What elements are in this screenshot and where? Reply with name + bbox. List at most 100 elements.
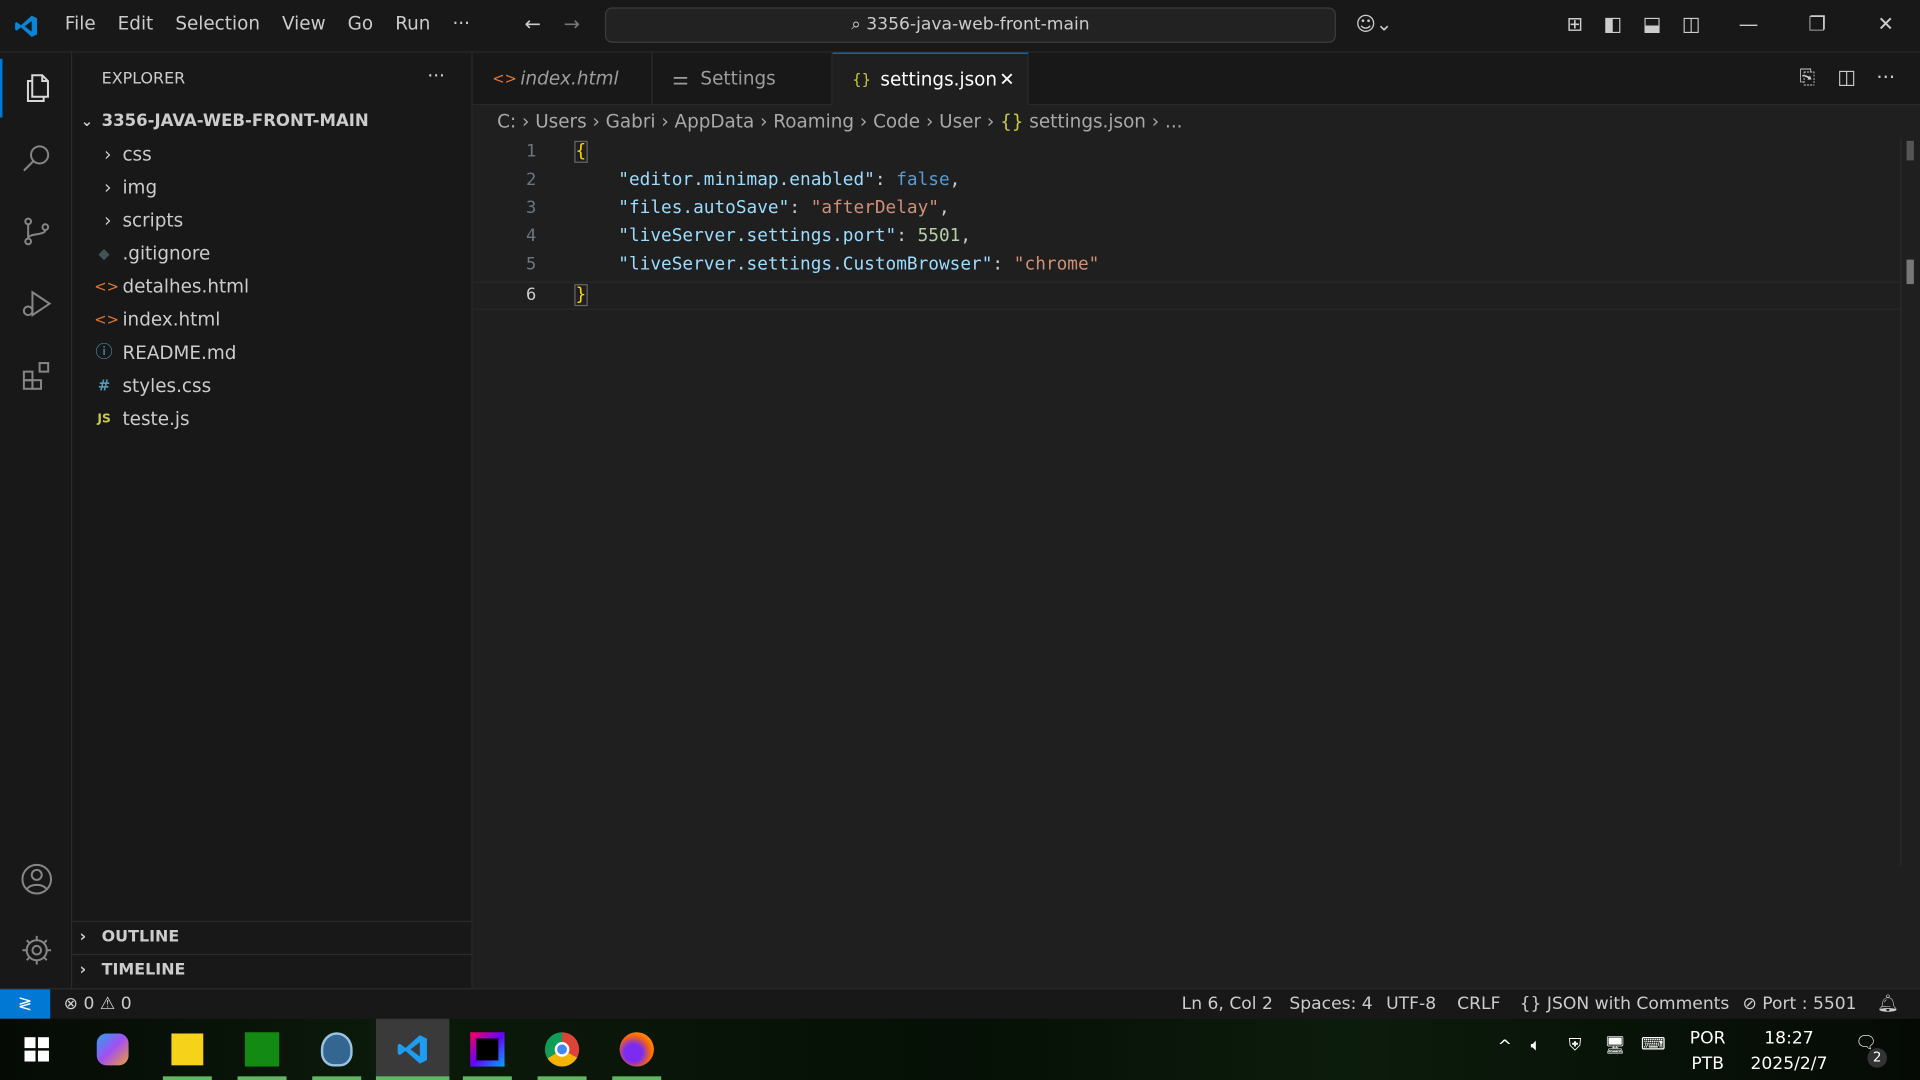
- json-braces-icon: {}: [852, 71, 871, 89]
- minimize-icon[interactable]: —: [1736, 12, 1760, 36]
- tab-index-html[interactable]: <> index.html: [473, 52, 653, 106]
- close-window-icon[interactable]: ✕: [1873, 12, 1897, 36]
- breadcrumb-item[interactable]: Roaming: [773, 110, 854, 132]
- menu-file[interactable]: File: [54, 12, 107, 34]
- explorer-icon[interactable]: [0, 58, 72, 118]
- menu-run[interactable]: Run: [384, 12, 441, 34]
- line-ending[interactable]: CRLF: [1457, 989, 1500, 1018]
- network-icon[interactable]: 🖥︎: [1604, 1036, 1626, 1056]
- notifications-icon[interactable]: 🗨︎ 2: [1855, 1033, 1887, 1068]
- timeline-section[interactable]: › TIMELINE: [72, 953, 472, 987]
- tree-folder-img[interactable]: › img: [72, 171, 471, 204]
- toggle-panel-icon[interactable]: ⬓: [1640, 12, 1664, 36]
- shield-icon[interactable]: ⛨: [1569, 1036, 1582, 1056]
- breadcrumb-item[interactable]: ...: [1165, 110, 1183, 132]
- tree-file-index-html[interactable]: <> index.html: [72, 304, 471, 337]
- chevron-right-icon: ›: [104, 143, 112, 166]
- scrollbar-thumb[interactable]: [1906, 140, 1914, 161]
- vscode-taskbar-icon[interactable]: [375, 1018, 450, 1080]
- breadcrumb-item[interactable]: C:: [497, 110, 516, 132]
- volume-icon[interactable]: 🔈︎: [1531, 1036, 1541, 1056]
- chrome-icon[interactable]: [525, 1019, 598, 1080]
- copilot-icon[interactable]: ☺⌄: [1353, 12, 1395, 36]
- vertical-scrollbar[interactable]: [1900, 138, 1920, 866]
- clock[interactable]: 18:27 2025/2/7: [1745, 1026, 1833, 1077]
- forward-arrow-icon[interactable]: →: [560, 12, 584, 36]
- error-icon: ⊗: [63, 994, 79, 1014]
- search-icon[interactable]: [0, 130, 72, 189]
- windows-start-icon[interactable]: [0, 1019, 73, 1080]
- tree-folder-scripts[interactable]: › scripts: [72, 204, 471, 237]
- input-language[interactable]: POR PTB: [1690, 1026, 1726, 1077]
- javascript-icon: JS: [97, 412, 111, 427]
- tab-label: Settings: [700, 67, 776, 90]
- back-arrow-icon[interactable]: ←: [520, 12, 544, 36]
- activity-bar: [0, 52, 73, 989]
- extensions-icon[interactable]: [0, 347, 72, 406]
- app-green-icon[interactable]: [225, 1019, 298, 1080]
- timeline-label: TIMELINE: [101, 961, 186, 980]
- toggle-secondary-sidebar-icon[interactable]: ◫: [1679, 12, 1703, 36]
- tree-file-readme[interactable]: ⓘ README.md: [72, 337, 471, 370]
- tab-settings[interactable]: ⚌ Settings: [653, 52, 833, 106]
- language-mode[interactable]: {} JSON with Comments: [1520, 989, 1730, 1018]
- menu-edit[interactable]: Edit: [107, 12, 165, 34]
- tree-file-teste-js[interactable]: JS teste.js: [72, 403, 471, 436]
- breadcrumb-item[interactable]: Gabri: [606, 110, 656, 132]
- firefox-icon[interactable]: [600, 1019, 673, 1080]
- port-label: Port : 5501: [1762, 994, 1857, 1014]
- explorer-more-button[interactable]: ···: [427, 65, 445, 87]
- title-bar: File Edit Selection View Go Run ··· ← → …: [0, 0, 1920, 53]
- status-bar: ≷ ⊗ 0 ⚠ 0 Ln 6, Col 2 Spaces: 4 UTF-8 CR…: [0, 988, 1920, 1019]
- menu-view[interactable]: View: [271, 12, 337, 34]
- problems-indicator[interactable]: ⊗ 0 ⚠ 0: [64, 989, 132, 1018]
- restore-icon[interactable]: ❐: [1805, 12, 1829, 36]
- bell-icon[interactable]: 🔔︎: [1877, 989, 1899, 1018]
- breadcrumb-item[interactable]: AppData: [675, 110, 755, 132]
- outline-section[interactable]: › OUTLINE: [72, 920, 472, 954]
- chevron-up-icon[interactable]: ^: [1498, 1037, 1512, 1057]
- breadcrumb-item[interactable]: Code: [873, 110, 920, 132]
- indentation[interactable]: Spaces: 4: [1289, 989, 1372, 1018]
- copilot-app-icon[interactable]: [76, 1019, 149, 1080]
- line-number: 1: [525, 142, 537, 162]
- menu-selection[interactable]: Selection: [164, 12, 271, 34]
- intellij-icon[interactable]: [451, 1019, 524, 1080]
- breadcrumb-item[interactable]: Users: [535, 110, 586, 132]
- tree-file-gitignore[interactable]: ◆ .gitignore: [72, 238, 471, 271]
- source-control-icon[interactable]: [0, 202, 72, 261]
- keyboard-icon[interactable]: ⌨: [1641, 1035, 1666, 1055]
- tree-file-styles-css[interactable]: # styles.css: [72, 370, 471, 403]
- breadcrumb-item[interactable]: User: [939, 110, 981, 132]
- more-actions-icon[interactable]: ···: [1873, 65, 1897, 89]
- postgresql-icon[interactable]: [300, 1019, 373, 1080]
- sticky-notes-icon[interactable]: [151, 1019, 224, 1080]
- encoding[interactable]: UTF-8: [1386, 989, 1436, 1018]
- tree-folder-css[interactable]: › css: [72, 138, 471, 171]
- command-center-search[interactable]: ⌕ 3356-java-web-front-main: [604, 7, 1336, 43]
- run-debug-icon[interactable]: [0, 274, 72, 333]
- live-server-port[interactable]: ⊘ Port : 5501: [1742, 989, 1856, 1018]
- customize-layout-icon[interactable]: ⊞: [1562, 12, 1586, 36]
- menu-go[interactable]: Go: [337, 12, 385, 34]
- json-key: "liveServer.settings.CustomBrowser": [618, 254, 993, 275]
- tree-file-detalhes-html[interactable]: <> detalhes.html: [72, 271, 471, 304]
- close-tab-icon[interactable]: ✕: [999, 54, 1014, 107]
- cursor-position[interactable]: Ln 6, Col 2: [1182, 989, 1273, 1018]
- remote-indicator-button[interactable]: ≷: [0, 989, 51, 1019]
- account-icon[interactable]: [0, 850, 72, 909]
- chevron-right-icon: ›: [104, 176, 112, 199]
- remote-icon: ≷: [17, 994, 33, 1014]
- tab-settings-json[interactable]: {} settings.json ✕: [832, 52, 1029, 107]
- split-editor-icon[interactable]: ◫: [1834, 65, 1858, 89]
- menu-more[interactable]: ···: [441, 12, 481, 34]
- open-settings-ui-icon[interactable]: ⎘: [1795, 65, 1819, 89]
- project-root-folder[interactable]: ⌄ 3356-JAVA-WEB-FRONT-MAIN: [72, 105, 471, 138]
- toggle-sidebar-icon[interactable]: ◧: [1600, 12, 1624, 36]
- breadcrumb-item[interactable]: settings.json: [1029, 110, 1146, 132]
- line-number: 5: [525, 254, 537, 275]
- gear-icon[interactable]: [0, 921, 72, 980]
- json-braces-icon: {}: [1519, 994, 1542, 1014]
- code-editor[interactable]: 1 2 3 4 5 6 { "editor.minimap.enabled": …: [472, 138, 1920, 989]
- warning-icon: ⚠: [99, 994, 116, 1014]
